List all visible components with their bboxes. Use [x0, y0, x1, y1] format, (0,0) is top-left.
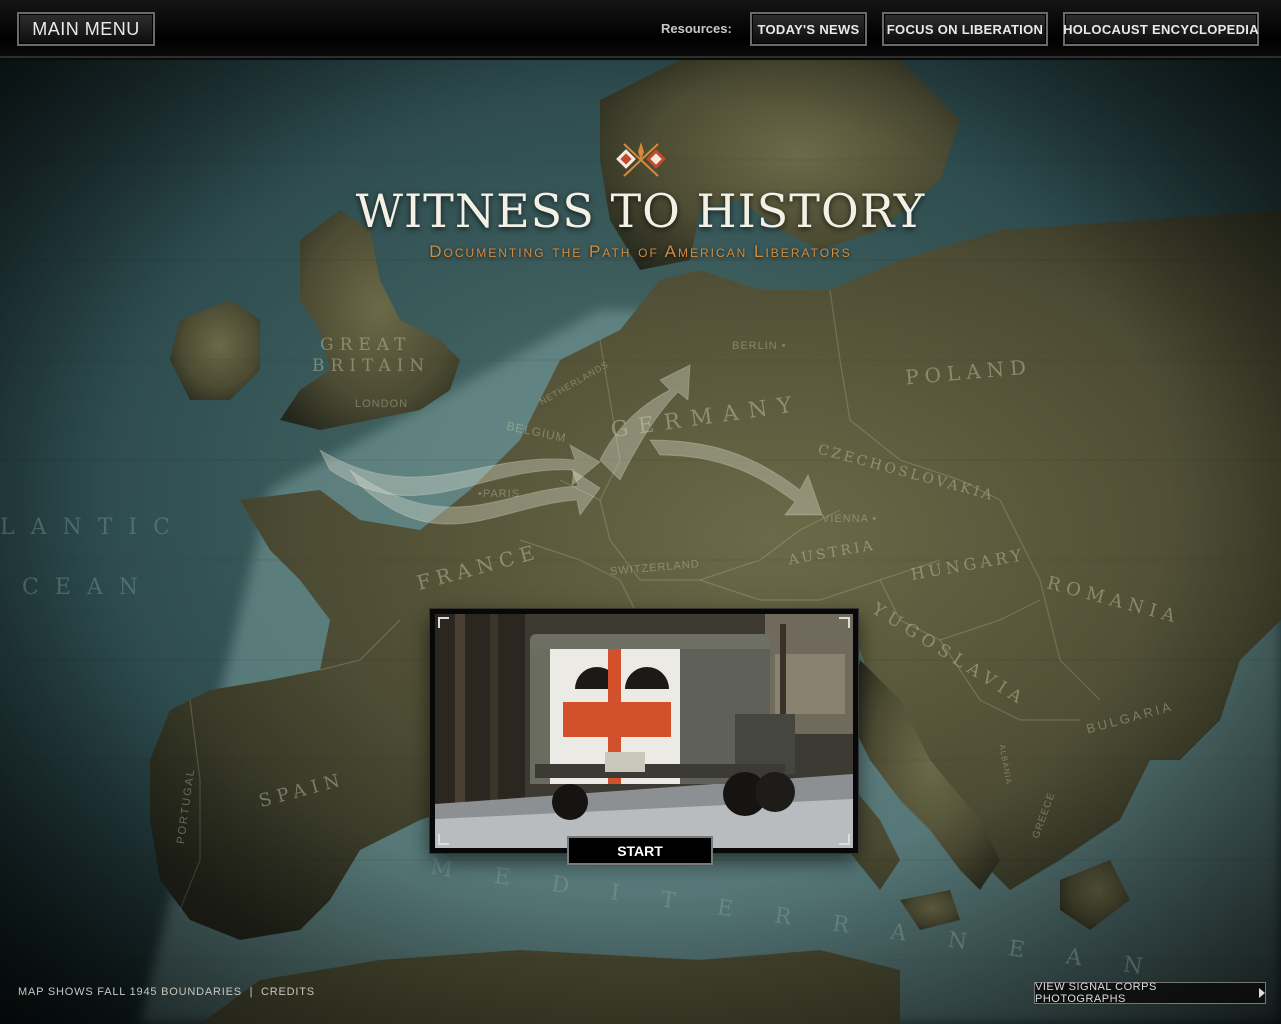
main-menu-button[interactable]: MAIN MENU [17, 12, 155, 46]
footer-separator: | [249, 986, 254, 998]
map-label-paris: •PARIS [478, 488, 521, 500]
view-signal-corps-photographs-button[interactable]: VIEW SIGNAL CORPS PHOTOGRAPHS [1034, 981, 1266, 1005]
map-label-vienna: VIENNA • [822, 513, 878, 525]
signal-corps-emblem-icon [616, 142, 666, 177]
credits-link[interactable]: CREDITS [261, 986, 315, 998]
page-title: WITNESS TO HISTORY [355, 184, 926, 238]
map-label-atlantic: LANTIC [0, 515, 186, 540]
video-preview[interactable] [430, 609, 858, 853]
map-label-london: LONDON [355, 398, 409, 410]
map-label-ocean: CEAN [22, 575, 155, 600]
page-subtitle: Documenting the Path of American Liberat… [429, 242, 852, 261]
resources-label: Resources: [661, 21, 732, 36]
start-button[interactable]: START [567, 836, 713, 865]
map-label-great-britain: BRITAIN [312, 356, 431, 376]
ambulance-video-frame [435, 614, 853, 848]
todays-news-button[interactable]: TODAY'S NEWS [750, 12, 867, 46]
boundaries-note: MAP SHOWS FALL 1945 BOUNDARIES [18, 986, 242, 998]
signal-corps-label: VIEW SIGNAL CORPS PHOTOGRAPHS [1035, 981, 1157, 1005]
focus-on-liberation-button[interactable]: FOCUS ON LIBERATION [882, 12, 1048, 46]
top-bar: MAIN MENU Resources: TODAY'S NEWS FOCUS … [0, 0, 1281, 58]
map-label-berlin: BERLIN • [732, 340, 787, 352]
footer-note: MAP SHOWS FALL 1945 BOUNDARIES | CREDITS [18, 986, 315, 998]
map-label-great-britain: GREAT [320, 335, 412, 355]
holocaust-encyclopedia-button[interactable]: HOLOCAUST ENCYCLOPEDIA [1063, 12, 1259, 46]
play-arrow-icon [1259, 988, 1265, 998]
